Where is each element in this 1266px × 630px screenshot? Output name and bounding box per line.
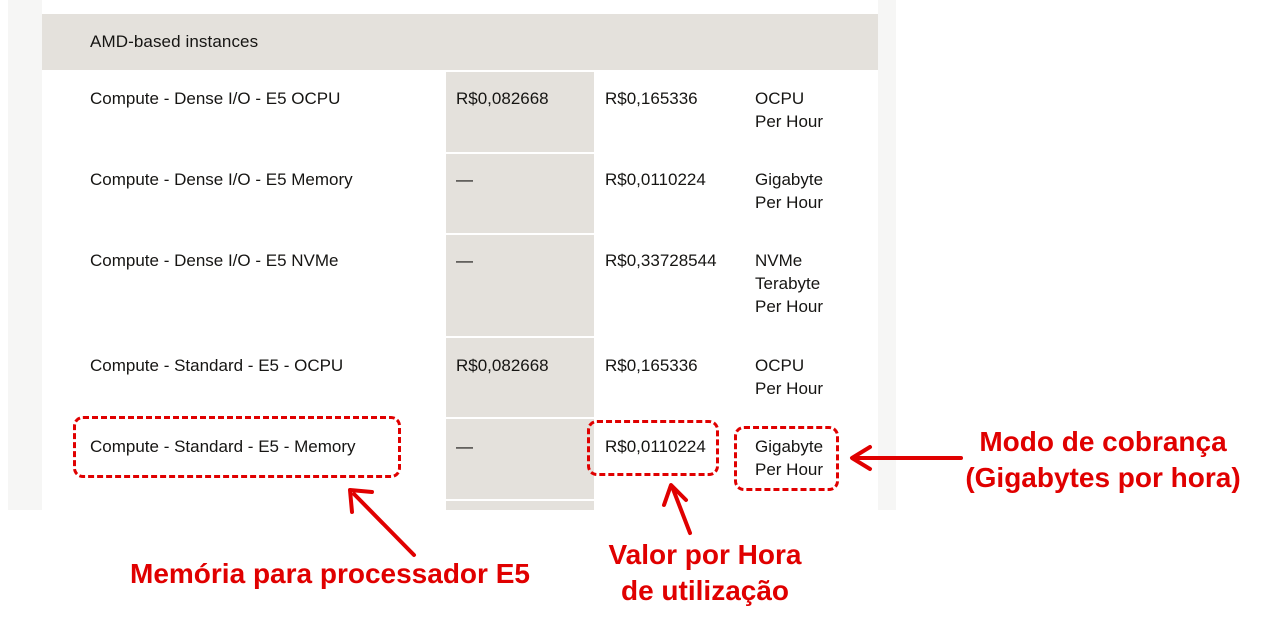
annotation-line: de utilização — [620, 575, 790, 606]
annotation-line: Modo de cobrança — [979, 426, 1227, 457]
hourly-value-annotation: Valor por Hora de utilização — [590, 537, 820, 609]
annotation-line: (Gigabytes por hora) — [965, 462, 1241, 493]
billing-mode-annotation: Modo de cobrança (Gigabytes por hora) — [958, 424, 1248, 496]
annotation-arrows — [348, 445, 963, 557]
annotation-line: Valor por Hora — [608, 539, 802, 570]
memory-annotation: Memória para processador E5 — [130, 558, 530, 589]
memory-arrow-icon — [352, 492, 416, 557]
